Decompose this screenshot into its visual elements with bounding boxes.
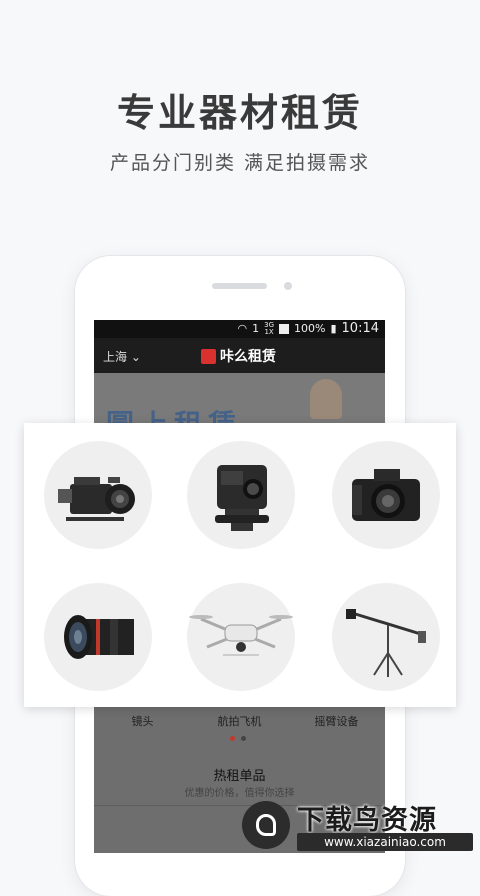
category-label-lens[interactable]: 镜头 bbox=[94, 713, 191, 729]
jib-crane-icon bbox=[346, 609, 426, 677]
chevron-down-icon: ⌄ bbox=[130, 350, 141, 364]
clock: 10:14 bbox=[341, 321, 379, 336]
city-label: 上海 bbox=[103, 350, 128, 364]
drone-icon bbox=[189, 615, 293, 656]
category-labels: 镜头 航拍飞机 摇臂设备 bbox=[94, 713, 385, 729]
watermark-title: 下载鸟资源 bbox=[297, 805, 437, 836]
page-dot bbox=[241, 736, 246, 741]
banner-person-image bbox=[310, 379, 342, 419]
cinema-camera-icon bbox=[58, 477, 135, 521]
dslr-camera-icon bbox=[352, 469, 420, 521]
page-indicator bbox=[230, 736, 246, 741]
signal-icon bbox=[279, 323, 290, 334]
lens-icon bbox=[64, 615, 134, 659]
headline: 专业器材租赁 bbox=[116, 91, 363, 135]
app-logo-icon bbox=[201, 348, 216, 364]
category-label-jib[interactable]: 摇臂设备 bbox=[288, 713, 385, 729]
section-title: 热租单品 bbox=[213, 769, 266, 784]
phone-camera bbox=[284, 282, 292, 290]
app-brand: 咔么租赁 bbox=[201, 346, 276, 366]
status-bar: ◠ 1 3G 1X 100% ▮ 10:14 bbox=[94, 320, 385, 338]
phone-speaker bbox=[212, 283, 267, 289]
category-dslr-camera[interactable] bbox=[332, 441, 440, 549]
watermark-url: www.xiazainiao.com bbox=[297, 833, 473, 851]
banner[interactable]: 圆上租赁 bbox=[94, 373, 385, 441]
status-icons: ◠ 1 3G 1X 100% ▮ 10:14 bbox=[238, 321, 379, 336]
category-drone[interactable] bbox=[187, 583, 295, 691]
category-action-camera[interactable] bbox=[187, 441, 295, 549]
app-name: 咔么租赁 bbox=[220, 349, 276, 365]
category-lens[interactable] bbox=[44, 583, 152, 691]
category-card bbox=[24, 423, 456, 707]
category-jib-crane[interactable] bbox=[332, 583, 440, 691]
category-label-drone[interactable]: 航拍飞机 bbox=[191, 713, 288, 729]
watermark-logo-icon bbox=[242, 801, 290, 849]
app-bar: 上海 ⌄ 咔么租赁 bbox=[94, 338, 385, 373]
section-subtitle: 优惠的价格，值得你选择 bbox=[184, 788, 295, 799]
action-camera-icon bbox=[215, 465, 269, 531]
wifi-icon: ◠ bbox=[237, 322, 248, 335]
city-selector[interactable]: 上海 ⌄ bbox=[103, 348, 141, 365]
battery-icon: ▮ bbox=[330, 322, 337, 335]
watermark: 下载鸟资源 www.xiazainiao.com bbox=[242, 798, 480, 853]
sim-badge: 1 bbox=[252, 322, 260, 335]
battery-label: 100% bbox=[294, 322, 326, 335]
page-dot-active bbox=[230, 736, 235, 741]
network-type: 3G 1X bbox=[264, 320, 275, 336]
subline: 产品分门别类 满足拍摄需求 bbox=[109, 152, 371, 174]
category-cinema-camera[interactable] bbox=[44, 441, 152, 549]
